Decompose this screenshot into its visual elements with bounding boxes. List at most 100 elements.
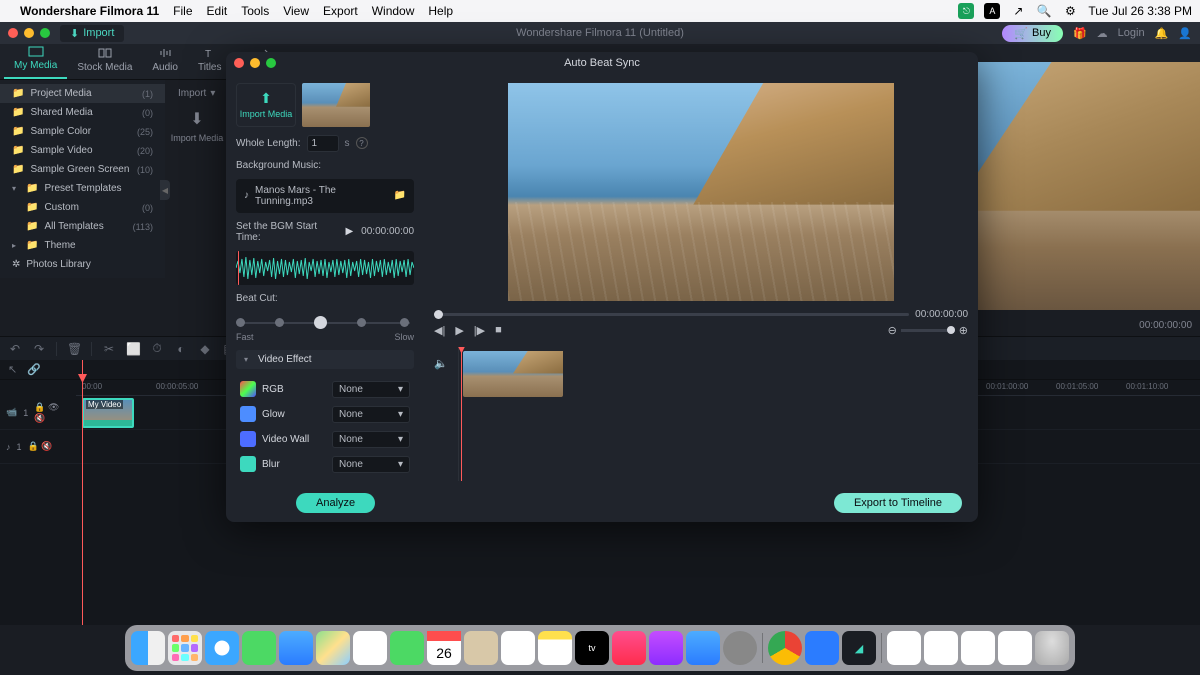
waveform[interactable] — [236, 251, 414, 285]
spotlight-icon[interactable]: 🔍 — [1036, 3, 1052, 19]
dock-folder-1[interactable] — [887, 631, 921, 665]
gift-icon[interactable]: 🎁 — [1073, 27, 1087, 40]
dock-chrome[interactable] — [768, 631, 802, 665]
sidebar-item-project-media[interactable]: 📁 Project Media(1) — [0, 84, 165, 103]
vol-up-icon[interactable]: ⊕ — [959, 324, 968, 337]
dock-calendar[interactable]: 26 — [427, 631, 461, 665]
cloud-icon[interactable]: ☁ — [1097, 27, 1108, 40]
redo-icon[interactable]: ↷ — [32, 342, 46, 356]
sidebar-item-shared-media[interactable]: 📁 Shared Media(0) — [0, 103, 165, 122]
dock-folder-4[interactable] — [998, 631, 1032, 665]
dock-launchpad[interactable] — [168, 631, 202, 665]
dock-appstore[interactable] — [686, 631, 720, 665]
sidebar-item-sample-color[interactable]: 📁 Sample Color(25) — [0, 122, 165, 141]
modal-clip[interactable] — [463, 351, 563, 397]
dock-app-blue[interactable] — [805, 631, 839, 665]
dock-safari[interactable] — [205, 631, 239, 665]
dock-trash[interactable] — [1035, 631, 1069, 665]
video-effect-header[interactable]: ▾Video Effect — [236, 350, 414, 369]
fx-select[interactable]: None▾ — [332, 431, 410, 448]
vol-down-icon[interactable]: ⊖ — [888, 324, 897, 337]
menu-edit[interactable]: Edit — [207, 4, 228, 18]
prev-frame-icon[interactable]: ◀| — [434, 324, 445, 337]
clock[interactable]: Tue Jul 26 3:38 PM — [1088, 4, 1192, 18]
menu-file[interactable]: File — [173, 4, 192, 18]
export-to-timeline-button[interactable]: Export to Timeline — [834, 493, 962, 513]
dock-settings[interactable] — [723, 631, 757, 665]
modal-maximize[interactable] — [266, 58, 276, 68]
buy-button[interactable]: 🛒Buy — [1002, 25, 1063, 42]
menu-tools[interactable]: Tools — [241, 4, 269, 18]
modal-media-thumb[interactable] — [302, 83, 370, 127]
dock-mail[interactable] — [279, 631, 313, 665]
modal-close[interactable] — [234, 58, 244, 68]
whole-length-input[interactable] — [307, 135, 339, 152]
import-button[interactable]: ⬇ Import — [60, 25, 124, 42]
play-icon[interactable]: ▶ — [345, 226, 353, 237]
login-link[interactable]: Login — [1118, 27, 1145, 39]
sidebar-item-theme[interactable]: ▸📁 Theme — [0, 236, 165, 255]
dock-reminders[interactable] — [501, 631, 535, 665]
modal-scrub-bar[interactable] — [434, 313, 909, 316]
sidebar-item-all-templates[interactable]: 📁 All Templates(113) — [0, 217, 165, 236]
menu-window[interactable]: Window — [372, 4, 415, 18]
bluetooth-icon[interactable]: ↗ — [1010, 3, 1026, 19]
dock-podcasts[interactable] — [649, 631, 683, 665]
modal-timeline-body[interactable] — [458, 347, 968, 481]
hand-tool-icon[interactable]: 🔗 — [27, 363, 41, 376]
dock-finder[interactable] — [131, 631, 165, 665]
color-icon[interactable]: ◐ — [174, 342, 188, 356]
dock-messages[interactable] — [242, 631, 276, 665]
audio-file-row[interactable]: ♪ Manos Mars - The Tunning.mp3 📁 — [236, 179, 414, 213]
modal-preview[interactable] — [508, 83, 894, 301]
speaker-icon[interactable]: 🔈 — [434, 357, 448, 370]
import-media-tile[interactable]: ⬇ Import Media — [170, 100, 224, 152]
help-icon[interactable]: ? — [356, 137, 368, 149]
sidebar-item-preset-templates[interactable]: ▾📁 Preset Templates — [0, 179, 165, 198]
dock-maps[interactable] — [316, 631, 350, 665]
crop-icon[interactable]: ⬜ — [126, 342, 140, 356]
beat-cut-slider[interactable]: FastSlow — [236, 316, 414, 342]
audio-track-header[interactable]: ♪ 1 🔒 🔇 — [0, 430, 76, 463]
undo-icon[interactable]: ↶ — [8, 342, 22, 356]
cursor-tool-icon[interactable]: ↖ — [8, 363, 17, 376]
keyframe-icon[interactable]: ◆ — [198, 342, 212, 356]
playhead[interactable] — [82, 360, 83, 625]
dock-folder-3[interactable] — [961, 631, 995, 665]
app-name[interactable]: Wondershare Filmora 11 — [20, 4, 159, 18]
dock-facetime[interactable] — [390, 631, 424, 665]
dock-filmora[interactable]: ◢ — [842, 631, 876, 665]
tab-stock-media[interactable]: Stock Media — [67, 40, 142, 79]
next-frame-icon[interactable]: |▶ — [474, 324, 485, 337]
tray-icon-a[interactable]: A — [984, 3, 1000, 19]
avatar-icon[interactable]: 👤 — [1178, 27, 1192, 40]
fx-select[interactable]: None▾ — [332, 381, 410, 398]
modal-minimize[interactable] — [250, 58, 260, 68]
tray-icon[interactable]: ⎋ — [958, 3, 974, 19]
fx-select[interactable]: None▾ — [332, 456, 410, 473]
dock-photos[interactable] — [353, 631, 387, 665]
analyze-button[interactable]: Analyze — [296, 493, 375, 513]
sidebar-item-sample-video[interactable]: 📁 Sample Video(20) — [0, 141, 165, 160]
dock-folder-2[interactable] — [924, 631, 958, 665]
bell-icon[interactable]: 🔔 — [1155, 27, 1169, 40]
tab-titles[interactable]: TTitles — [188, 40, 232, 79]
menu-help[interactable]: Help — [428, 4, 453, 18]
sidebar-item-sample-green[interactable]: 📁 Sample Green Screen(10) — [0, 160, 165, 179]
modal-playhead[interactable] — [461, 347, 462, 481]
folder-icon[interactable]: 📁 — [394, 190, 406, 201]
dock-contacts[interactable] — [464, 631, 498, 665]
volume-slider[interactable] — [901, 329, 955, 332]
menu-view[interactable]: View — [283, 4, 309, 18]
modal-import-media[interactable]: ⬆ Import Media — [236, 83, 296, 127]
play-icon[interactable]: ▶ — [455, 324, 463, 337]
split-icon[interactable]: ✂ — [102, 342, 116, 356]
maximize-window[interactable] — [40, 28, 50, 38]
delete-icon[interactable]: 🗑 — [67, 342, 81, 356]
dock-tv[interactable]: tv — [575, 631, 609, 665]
close-window[interactable] — [8, 28, 18, 38]
sidebar-item-photos[interactable]: ✲ Photos Library — [0, 255, 165, 274]
tab-audio[interactable]: Audio — [142, 40, 188, 79]
panel-collapse-handle[interactable]: ◀ — [160, 180, 170, 200]
tab-my-media[interactable]: My Media — [4, 38, 67, 79]
